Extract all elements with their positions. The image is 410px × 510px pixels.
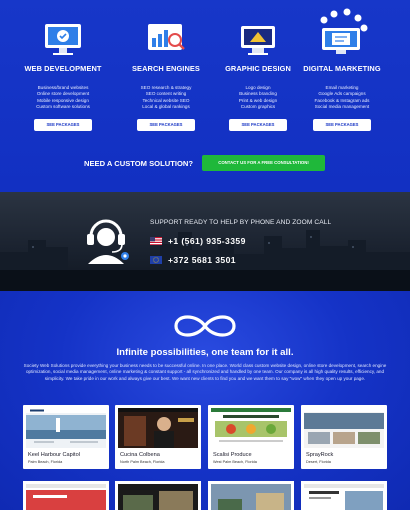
service-list: Business/brand websites Online store dev… [12, 85, 114, 110]
service-item: Social media management [314, 103, 370, 109]
service-web-development: WEB DEVELOPMENT Business/brand websites … [12, 0, 114, 132]
service-digital-marketing: DIGITAL MARKETING Email marketing Google… [291, 0, 393, 132]
infinite-section: Infinite possibilities, one team for it … [0, 291, 410, 510]
web-development-icon [12, 0, 114, 58]
service-search-engines: SEARCH ENGINES SEO research & strategy S… [115, 0, 217, 132]
service-title: DIGITAL MARKETING [303, 64, 381, 73]
service-title: SEARCH ENGINES [132, 64, 200, 73]
search-engines-icon [115, 0, 217, 58]
phone-eu[interactable]: +372 5681 3501 [150, 255, 236, 265]
eu-flag-icon [150, 256, 162, 264]
infinite-title: Infinite possibilities, one team for it … [116, 347, 294, 358]
service-list: SEO research & strategy SEO content writ… [115, 85, 217, 110]
support-agent-icon [80, 214, 132, 266]
portfolio-name: Scalisi Produce [213, 452, 252, 458]
portfolio-card[interactable]: SprayRock Desert, Florida [301, 405, 387, 469]
website-screenshot-image [304, 408, 384, 448]
see-packages-button[interactable]: SEE PACKAGES [137, 119, 195, 132]
website-screenshot-image [211, 408, 291, 448]
website-screenshot-image [23, 481, 109, 510]
support-section: SUPPORT READY TO HELP BY PHONE AND ZOOM … [0, 192, 410, 291]
see-packages-button[interactable]: SEE PACKAGES [34, 119, 92, 132]
phone-us[interactable]: +1 (561) 935-3359 [150, 236, 246, 246]
service-title: WEB DEVELOPMENT [24, 64, 102, 73]
portfolio-location: Palm Beach, Florida [28, 460, 63, 464]
portfolio-name: SprayRock [306, 452, 334, 458]
website-screenshot-image [115, 481, 201, 510]
portfolio-location: West Palm Beach, Florida [213, 460, 257, 464]
website-screenshot-image [118, 408, 198, 448]
infinite-description: Society Web Solutions provide everything… [23, 363, 387, 381]
website-screenshot-image [301, 481, 387, 510]
service-item: Local & global rankings [142, 103, 190, 109]
website-screenshot-image [208, 481, 294, 510]
custom-solution-text: NEED A CUSTOM SOLUTION? [84, 159, 193, 168]
infinity-icon [170, 311, 240, 341]
portfolio-name: Keel Harbour Capitol [28, 452, 80, 458]
portfolio-card[interactable] [115, 481, 201, 510]
website-screenshot-image [26, 408, 106, 448]
us-flag-icon [150, 237, 162, 245]
portfolio-name: Cucina Colbena [120, 452, 160, 458]
service-list: Email marketing Google Ads campaigns Fac… [291, 85, 393, 110]
support-title: SUPPORT READY TO HELP BY PHONE AND ZOOM … [150, 219, 332, 226]
portfolio-location: North Palm Beach, Florida [120, 460, 165, 464]
phone-number[interactable]: +372 5681 3501 [168, 255, 236, 265]
digital-marketing-icon [291, 0, 393, 58]
service-item: Custom software solutions [36, 103, 90, 109]
see-packages-button[interactable]: SEE PACKAGES [313, 119, 371, 132]
portfolio-card[interactable]: Cucina Colbena North Palm Beach, Florida [115, 405, 201, 469]
portfolio-location: Desert, Florida [306, 460, 331, 464]
custom-solution-bar: NEED A CUSTOM SOLUTION? CONTACT US FOR A… [0, 150, 410, 176]
portfolio-card[interactable] [23, 481, 109, 510]
services-section: WEB DEVELOPMENT Business/brand websites … [0, 0, 410, 192]
free-consultation-button[interactable]: CONTACT US FOR A FREE CONSULTATION! [202, 155, 325, 171]
portfolio-card[interactable]: Keel Harbour Capitol Palm Beach, Florida [23, 405, 109, 469]
portfolio-card[interactable]: Scalisi Produce West Palm Beach, Florida [208, 405, 294, 469]
portfolio-card[interactable] [301, 481, 387, 510]
see-packages-button[interactable]: SEE PACKAGES [229, 119, 287, 132]
phone-number[interactable]: +1 (561) 935-3359 [168, 236, 246, 246]
portfolio-card[interactable] [208, 481, 294, 510]
